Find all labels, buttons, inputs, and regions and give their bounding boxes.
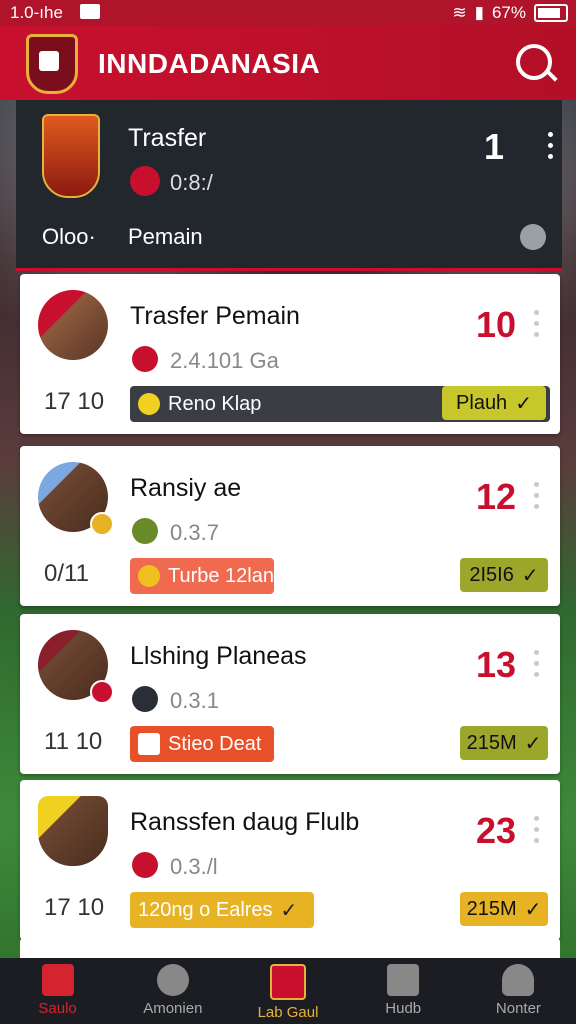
club-badge-icon (132, 852, 158, 878)
status-label: 215M (466, 897, 517, 920)
more-options-icon[interactable] (534, 482, 540, 510)
transfer-tag[interactable]: Turbe 12lan (130, 558, 274, 594)
nav-club[interactable]: Lab Gaul (230, 958, 345, 1024)
wifi-icon: ≋ (452, 3, 467, 22)
transfer-tag[interactable]: 120ng o Ealres ✓ (130, 892, 314, 928)
signal-icon: ▮ (474, 3, 484, 22)
battery-percent: 67% (491, 3, 526, 22)
clock-icon (138, 393, 160, 415)
player-name: Ransiy ae (130, 474, 242, 502)
status-badge[interactable]: Plauh ✓ (442, 386, 546, 420)
player-name: Trasfer Pemain (130, 302, 300, 330)
transfer-card[interactable]: Ranssfen daug Flulb 0.3./l 23 17 10 120n… (20, 780, 560, 940)
more-options-icon[interactable] (534, 310, 540, 338)
transfer-time: 17 10 (44, 388, 105, 415)
home-icon (41, 964, 74, 996)
status-label: Plauh (456, 391, 508, 414)
check-icon: ✓ (524, 732, 542, 755)
flag-icon (138, 733, 160, 755)
grid-icon (387, 964, 420, 996)
header-title: Trasfer (128, 124, 207, 152)
ball-icon (156, 964, 189, 996)
player-number: 13 (476, 644, 517, 685)
transfer-date: 0.3.7 (170, 520, 219, 545)
nav-grid[interactable]: Hudb (346, 958, 461, 1024)
app-bar: INNDADANASIA (0, 26, 576, 100)
transfer-card[interactable]: Llshing Planeas 0.3.1 13 11 10 Stieo Dea… (20, 614, 560, 774)
player-name: Llshing Planeas (130, 642, 307, 670)
filter-value[interactable]: Pemain (128, 224, 203, 250)
more-options-icon[interactable] (534, 650, 540, 678)
status-time: 1.0-ıhe (10, 3, 63, 22)
transfer-date: 2.4.101 Ga (170, 348, 279, 373)
player-number: 12 (476, 476, 517, 517)
bottom-nav: Saulo Amonien Lab Gaul Hudb Nonter (0, 958, 576, 1024)
status-badge[interactable]: 215M ✓ (460, 892, 548, 926)
ball-icon[interactable] (520, 224, 546, 250)
header-count: 1 (484, 126, 505, 167)
notification-icon (80, 4, 100, 19)
tag-label: 120ng o Ealres (138, 898, 273, 921)
header-card[interactable]: Trasfer 0:8:/ 1 Oloo· Pemain (16, 100, 562, 271)
status-label: 215M (466, 731, 517, 754)
club-badge-icon (132, 518, 158, 544)
battery-icon (534, 4, 568, 22)
club-badge-icon (90, 512, 114, 536)
user-icon (502, 964, 535, 996)
nav-home[interactable]: Saulo (0, 958, 115, 1024)
transfer-date: 0.3.1 (170, 688, 219, 713)
transfer-time: 0/11 (44, 560, 89, 587)
transfer-date: 0.3./l (170, 854, 218, 879)
player-number: 10 (476, 304, 517, 345)
player-avatar (38, 290, 108, 360)
club-badge-icon (130, 166, 160, 196)
nav-label: Nonter (495, 1000, 541, 1017)
transfer-time: 11 10 (44, 728, 103, 755)
player-avatar (38, 796, 108, 866)
club-badge-icon (132, 686, 158, 712)
club-badge-icon (90, 680, 114, 704)
nav-label: Lab Gaul (257, 1004, 319, 1021)
player-crest-icon (42, 114, 100, 198)
check-icon: ✓ (280, 899, 298, 922)
check-icon: ✓ (524, 898, 542, 921)
status-badge[interactable]: 2I5I6 ✓ (460, 558, 548, 592)
transfer-card[interactable]: Trasfer Pemain 2.4.101 Ga 10 17 10 Reno … (20, 274, 560, 434)
club-logo-icon[interactable] (26, 34, 78, 94)
tag-label: Stieo Deat (168, 732, 262, 755)
transfer-time: 17 10 (44, 894, 105, 921)
bird-icon (138, 565, 160, 587)
app-title: INNDADANASIA (98, 48, 321, 79)
header-subtitle: 0:8:/ (170, 170, 213, 195)
transfer-card[interactable]: Ransiy ae 0.3.7 12 0/11 Turbe 12lan 2I5I… (20, 446, 560, 606)
club-crest-icon (270, 964, 306, 1000)
status-label: 2I5I6 (469, 563, 514, 586)
status-badge[interactable]: 215M ✓ (460, 726, 548, 760)
nav-label: Saulo (38, 1000, 77, 1017)
tag-label: Turbe 12lan (168, 564, 274, 587)
check-icon: ✓ (521, 564, 539, 587)
filter-dropdown[interactable]: Oloo· (42, 224, 96, 250)
nav-profile[interactable]: Nonter (461, 958, 576, 1024)
status-bar: 1.0-ıhe ≋ ▮ 67% (0, 0, 576, 26)
more-options-icon[interactable] (534, 816, 540, 844)
tag-label: Reno Klap (168, 392, 262, 415)
transfer-tag[interactable]: Stieo Deat (130, 726, 274, 762)
player-name: Ranssfen daug Flulb (130, 808, 360, 836)
search-icon[interactable] (516, 44, 552, 80)
check-icon: ✓ (515, 392, 532, 415)
nav-label: Hudb (385, 1000, 422, 1017)
nav-label: Amonien (143, 1000, 203, 1017)
nav-players[interactable]: Amonien (115, 958, 230, 1024)
player-number: 23 (476, 810, 517, 851)
club-badge-icon (132, 346, 158, 372)
more-options-icon[interactable] (548, 132, 554, 160)
